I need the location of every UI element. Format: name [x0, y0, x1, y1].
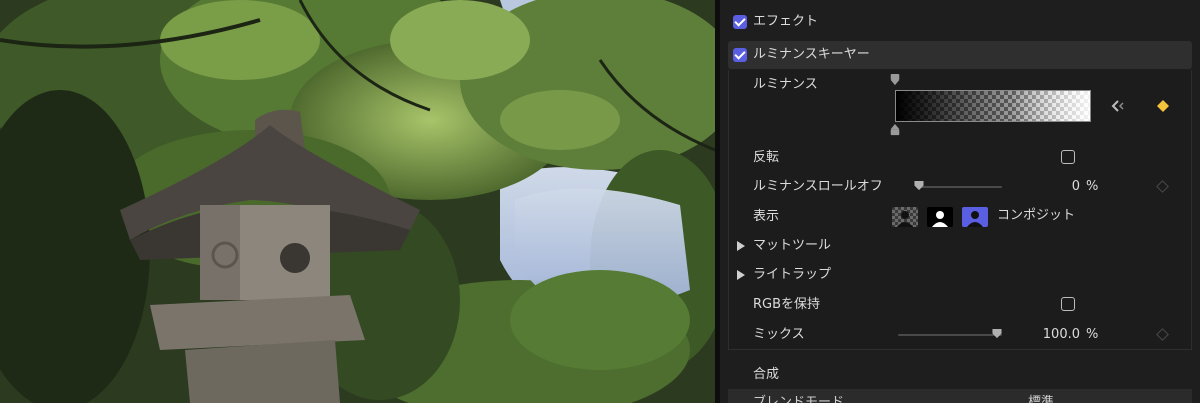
- view-mode-label: コンポジット: [997, 208, 1076, 223]
- inspector-panel: エフェクト ルミナンスキーヤー ルミナンス 反転 ルミナンスロールオフ 0 % …: [720, 0, 1200, 403]
- effects-enable-checkbox[interactable]: [733, 15, 747, 29]
- compositing-section-header[interactable]: 合成: [728, 360, 1192, 390]
- luminance-bottom-handle[interactable]: [889, 124, 901, 136]
- luma-keyer-enable-checkbox[interactable]: [733, 48, 747, 62]
- compositing-label: 合成: [753, 367, 780, 382]
- effects-section-header[interactable]: エフェクト: [720, 7, 1200, 37]
- view-label: 表示: [753, 209, 780, 224]
- matte-tools-label: マットツール: [753, 238, 832, 253]
- preserve-rgb-label: RGBを保持: [753, 297, 821, 312]
- view-composite-button[interactable]: [962, 207, 988, 227]
- mix-slider-thumb[interactable]: [992, 329, 1002, 339]
- viewer[interactable]: [0, 0, 715, 403]
- view-alpha-button[interactable]: [892, 207, 918, 227]
- view-matte-button[interactable]: [927, 207, 953, 227]
- keyframe-diamond-icon[interactable]: [1156, 99, 1170, 113]
- matte-tools-disclosure[interactable]: マットツール: [728, 232, 1128, 261]
- blend-mode-value[interactable]: 標準: [1028, 395, 1054, 403]
- blend-mode-label: ブレンドモード: [753, 395, 845, 403]
- blend-mode-row[interactable]: ブレンドモード 標準: [728, 389, 1192, 403]
- mix-unit: %: [1086, 327, 1099, 342]
- viewer-image: [0, 0, 715, 403]
- light-wrap-disclosure[interactable]: ライトラップ: [728, 261, 1128, 290]
- mix-label: ミックス: [753, 327, 805, 342]
- luma-keyer-label: ルミナンスキーヤー: [753, 47, 870, 62]
- person-silhouette-checker-icon: [892, 207, 918, 227]
- person-silhouette-white-icon: [932, 211, 948, 227]
- invert-label: 反転: [753, 150, 780, 165]
- luma-rolloff-unit: %: [1086, 179, 1099, 194]
- triangle-right-icon: [737, 270, 745, 280]
- invert-checkbox[interactable]: [1061, 150, 1075, 164]
- mix-value[interactable]: 100.0: [1020, 327, 1080, 342]
- chevron-left-icon[interactable]: [1110, 99, 1126, 113]
- luminance-gradient-control[interactable]: [895, 90, 1091, 122]
- mix-slider-track[interactable]: [898, 334, 1002, 336]
- luma-rolloff-value[interactable]: 0: [1050, 179, 1080, 194]
- luma-rolloff-slider-track[interactable]: [916, 186, 1002, 188]
- luma-rolloff-slider-thumb[interactable]: [914, 181, 924, 191]
- person-silhouette-blue-icon: [967, 211, 983, 227]
- triangle-right-icon: [737, 241, 745, 251]
- light-wrap-label: ライトラップ: [753, 267, 832, 282]
- luma-rolloff-label: ルミナンスロールオフ: [753, 179, 883, 194]
- luminance-label: ルミナンス: [753, 77, 818, 92]
- luma-keyer-header[interactable]: ルミナンスキーヤー: [728, 41, 1192, 69]
- effects-section-label: エフェクト: [753, 14, 819, 29]
- preserve-rgb-checkbox[interactable]: [1061, 297, 1075, 311]
- luminance-top-handle[interactable]: [889, 74, 901, 86]
